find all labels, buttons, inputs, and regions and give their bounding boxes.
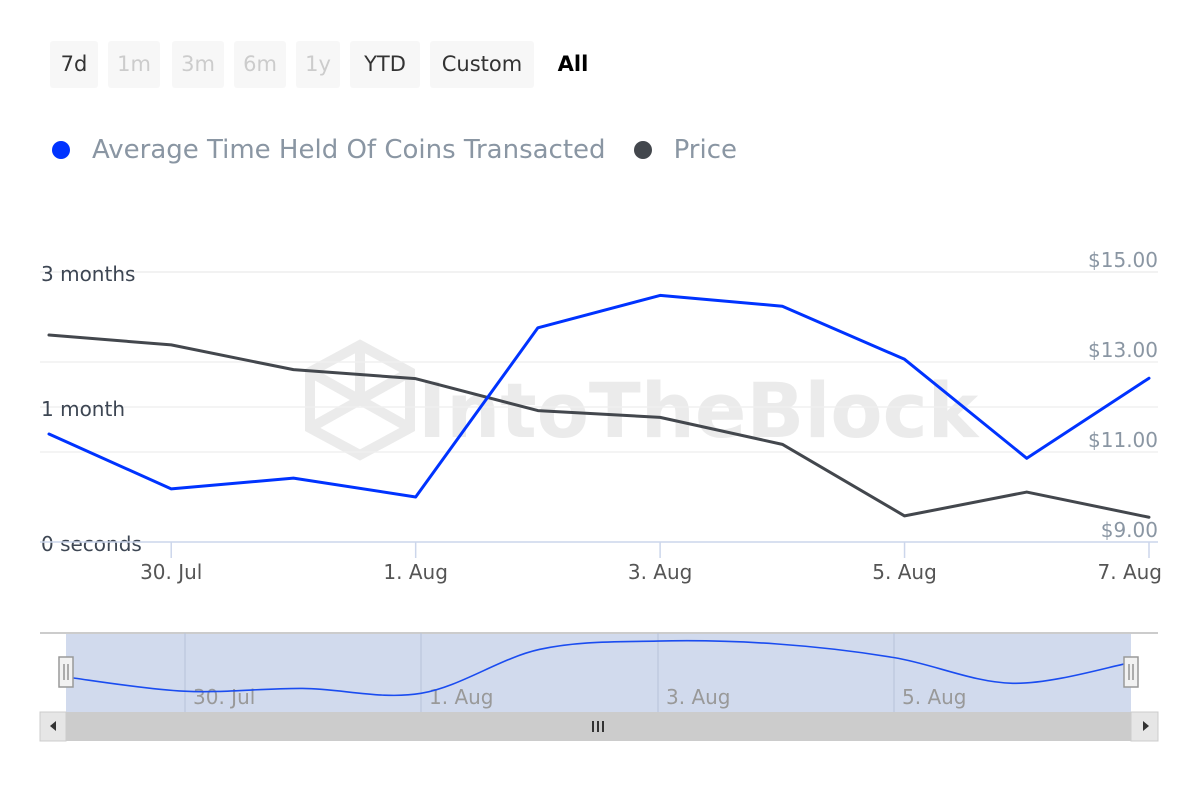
x-axis-tick-label: 7. Aug [1098, 560, 1163, 584]
scrollbar-left-button[interactable] [39, 711, 67, 742]
handle-body[interactable] [1123, 656, 1139, 688]
navigator-tick-label: 5. Aug [902, 685, 967, 709]
x-axis-tick-label: 30. Jul [140, 560, 202, 584]
handle-body[interactable] [58, 656, 74, 688]
y-axis-right-tick-label: $13.00 [1088, 338, 1158, 362]
x-axis-tick-label: 3. Aug [628, 560, 693, 584]
chart-canvas: IntoTheBlock $9.00$11.00$13.00$15.000 se… [39, 248, 1163, 742]
navigator[interactable]: 30. Jul 1. Aug 3. Aug 5. Aug [39, 632, 1159, 742]
x-axis-tick-label: 1. Aug [383, 560, 448, 584]
navigator-tick-label: 30. Jul [193, 685, 255, 709]
y-axis-right-tick-label: $9.00 [1101, 518, 1158, 542]
navigator-left-handle[interactable] [58, 656, 74, 688]
navigator-right-handle[interactable] [1123, 656, 1139, 688]
y-axis-left-tick-label: 1 month [41, 397, 125, 421]
scrollbar-right-button[interactable] [1130, 711, 1159, 742]
navigator-tick-label: 3. Aug [666, 685, 731, 709]
y-axis-right-tick-label: $15.00 [1088, 248, 1158, 272]
y-axis-right-tick-label: $11.00 [1088, 428, 1158, 452]
scrollbar[interactable] [39, 711, 1159, 742]
x-axis-tick-label: 5. Aug [872, 560, 937, 584]
y-axis-left-tick-label: 0 seconds [41, 532, 142, 556]
y-axis-left-tick-label: 3 months [41, 262, 135, 286]
